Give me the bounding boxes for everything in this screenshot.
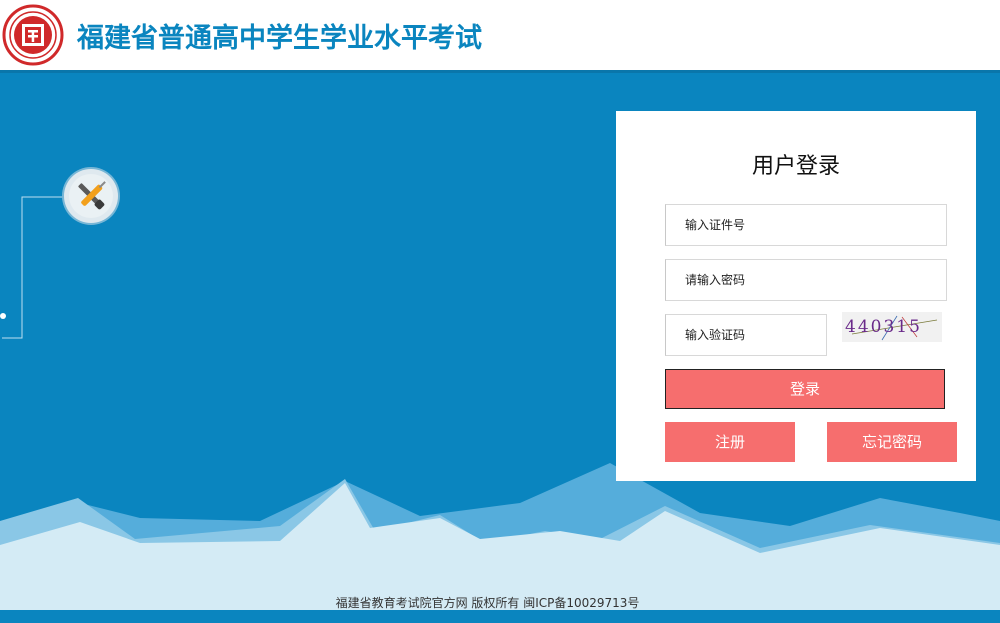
password-input[interactable]: [665, 259, 947, 301]
footer-copyright: 福建省教育考试院官方网 版权所有 闽ICP备10029713号: [335, 596, 640, 610]
seal-logo-icon: [2, 4, 64, 66]
forgot-password-button[interactable]: 忘记密码: [827, 422, 957, 462]
register-button[interactable]: 注册: [665, 422, 795, 462]
login-panel: 用户登录 440315 登录 注册 忘记密码: [616, 111, 976, 481]
captcha-text: 440315: [845, 317, 922, 337]
tools-badge-inner: [69, 174, 113, 218]
footer-bar: [0, 610, 1000, 623]
wrench-screwdriver-icon: [78, 181, 106, 210]
captcha-image[interactable]: 440315: [842, 312, 942, 342]
site-title: 福建省普通高中学生学业水平考试: [77, 23, 482, 54]
login-button[interactable]: 登录: [665, 369, 945, 409]
header-bar: 福建省普通高中学生学业水平考试: [0, 0, 1000, 70]
id-number-input[interactable]: [665, 204, 947, 246]
decorative-connector-lines: [0, 196, 64, 339]
login-title: 用户登录: [751, 154, 840, 179]
tools-badge: [64, 169, 118, 223]
captcha-input[interactable]: [665, 314, 827, 356]
